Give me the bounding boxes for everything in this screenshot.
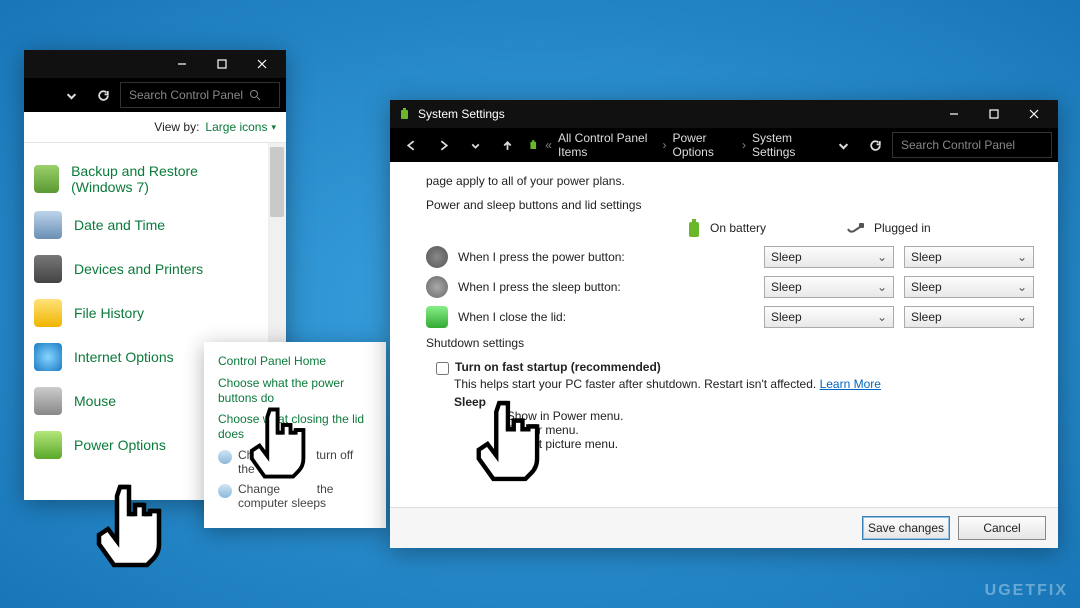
- minimize-button[interactable]: [162, 50, 202, 78]
- row-sleep-button: When I press the sleep button: Sleep Sle…: [426, 276, 1034, 298]
- cp-item-date-time[interactable]: Date and Time: [30, 203, 262, 247]
- fast-startup-help: This helps start your PC faster after sh…: [454, 377, 1034, 391]
- link-power-buttons[interactable]: Choose what the power buttons do: [218, 376, 372, 406]
- dropdown-lid-plugged[interactable]: Sleep: [904, 306, 1034, 328]
- view-by-label: View by:: [154, 120, 199, 134]
- cp-item-label: Power Options: [74, 437, 166, 453]
- cp-item-backup-restore[interactable]: Backup and Restore (Windows 7): [30, 155, 262, 203]
- sleep-icon: [426, 276, 448, 298]
- battery-icon: [686, 218, 702, 238]
- folder-icon: [34, 299, 62, 327]
- dropdown-button[interactable]: [56, 82, 86, 108]
- sleep-option-label: Sleep: [454, 395, 1034, 409]
- cp-item-devices-printers[interactable]: Devices and Printers: [30, 247, 262, 291]
- section-title: Shutdown settings: [426, 336, 1034, 350]
- search-icon: [249, 89, 261, 101]
- shutdown-settings: Turn on fast startup (recommended) This …: [426, 360, 1034, 451]
- dropdown-sleep-plugged[interactable]: Sleep: [904, 276, 1034, 298]
- column-headers: On battery Plugged in: [426, 218, 1034, 238]
- sleep-option-desc: Show in Show in Power menu.: [454, 409, 623, 423]
- search-input[interactable]: Search Control Panel: [120, 82, 280, 108]
- refresh-button[interactable]: [860, 132, 890, 158]
- dropdown-button[interactable]: [828, 132, 858, 158]
- breadcrumb-item[interactable]: Power Options: [673, 131, 737, 159]
- link-computer-sleeps[interactable]: Change xxxxx the computer sleeps: [218, 482, 372, 510]
- maximize-button[interactable]: [974, 100, 1014, 128]
- row-label: When I press the sleep button:: [458, 280, 754, 294]
- link-closing-lid[interactable]: Choose what closing the lid does: [218, 412, 372, 442]
- lid-icon: [426, 306, 448, 328]
- cp-item-label: Date and Time: [74, 217, 165, 233]
- minimize-button[interactable]: [934, 100, 974, 128]
- view-by-row: View by: Large icons: [24, 112, 286, 143]
- fast-startup-checkbox[interactable]: [436, 362, 449, 375]
- link-turn-off-display[interactable]: Choose xxxxx turn off the display: [218, 448, 372, 476]
- watermark: UGETFIX: [985, 582, 1068, 600]
- maximize-button[interactable]: [202, 50, 242, 78]
- globe-icon: [34, 343, 62, 371]
- row-label: When I press the power button:: [458, 250, 754, 264]
- cancel-button[interactable]: Cancel: [958, 516, 1046, 540]
- lock-option-desc: Show in account picture menu.: [454, 437, 618, 451]
- cp-item-label: File History: [74, 305, 144, 321]
- close-button[interactable]: [1014, 100, 1054, 128]
- view-by-value[interactable]: Large icons: [205, 120, 276, 134]
- power-icon: [426, 246, 448, 268]
- mouse-icon: [34, 387, 62, 415]
- shield-icon: [218, 484, 232, 498]
- titlebar: System Settings: [390, 100, 1058, 128]
- intro-text: page apply to all of your power plans.: [426, 174, 1034, 188]
- plug-icon: [846, 221, 866, 235]
- cp-item-label: Mouse: [74, 393, 116, 409]
- battery-icon: [34, 431, 62, 459]
- titlebar: [24, 50, 286, 78]
- dropdown-lid-battery[interactable]: Sleep: [764, 306, 894, 328]
- backup-icon: [34, 165, 59, 193]
- breadcrumb-item[interactable]: All Control Panel Items: [558, 131, 657, 159]
- row-power-button: When I press the power button: Sleep Sle…: [426, 246, 1034, 268]
- up-button[interactable]: [492, 132, 522, 158]
- battery-icon: [528, 138, 539, 152]
- cp-item-label: Devices and Printers: [74, 261, 203, 277]
- col-plugged-in: Plugged in: [846, 218, 986, 238]
- forward-button[interactable]: [428, 132, 458, 158]
- section-title: Power and sleep buttons and lid settings: [426, 198, 1034, 212]
- shield-icon: [218, 450, 232, 464]
- control-panel-home-link[interactable]: Control Panel Home: [218, 354, 372, 368]
- row-close-lid: When I close the lid: Sleep Sleep: [426, 306, 1034, 328]
- search-placeholder: Search Control Panel: [129, 88, 243, 102]
- content-area: page apply to all of your power plans. P…: [390, 162, 1058, 548]
- battery-icon: [398, 107, 412, 121]
- fast-startup-label: Turn on fast startup (recommended): [455, 360, 661, 374]
- save-changes-button[interactable]: Save changes: [862, 516, 950, 540]
- close-button[interactable]: [242, 50, 282, 78]
- calendar-icon: [34, 211, 62, 239]
- learn-more-link[interactable]: Learn More: [820, 377, 881, 391]
- power-options-side-panel: Control Panel Home Choose what the power…: [204, 342, 386, 528]
- nav-row: Search Control Panel: [24, 78, 286, 112]
- search-input[interactable]: Search Control Panel: [892, 132, 1052, 158]
- window-title: System Settings: [418, 107, 934, 121]
- breadcrumb-item[interactable]: System Settings: [752, 131, 822, 159]
- dropdown-power-battery[interactable]: Sleep: [764, 246, 894, 268]
- search-placeholder: Search Control Panel: [901, 138, 1015, 152]
- printer-icon: [34, 255, 62, 283]
- nav-row: « All Control Panel Items› Power Options…: [390, 128, 1058, 162]
- breadcrumb[interactable]: « All Control Panel Items› Power Options…: [524, 132, 826, 158]
- cp-item-label: Internet Options: [74, 349, 174, 365]
- back-button[interactable]: [396, 132, 426, 158]
- row-label: When I close the lid:: [458, 310, 754, 324]
- hibernate-option-desc: Show in PPower menu.: [454, 423, 579, 437]
- cp-item-label: Backup and Restore (Windows 7): [71, 163, 258, 195]
- refresh-button[interactable]: [88, 82, 118, 108]
- button-bar: Save changes Cancel: [390, 507, 1058, 548]
- dropdown-sleep-battery[interactable]: Sleep: [764, 276, 894, 298]
- chevron-down-icon[interactable]: [460, 132, 490, 158]
- cp-item-file-history[interactable]: File History: [30, 291, 262, 335]
- system-settings-window: System Settings « All Control Panel Item…: [390, 100, 1058, 548]
- col-on-battery: On battery: [686, 218, 826, 238]
- dropdown-power-plugged[interactable]: Sleep: [904, 246, 1034, 268]
- scrollbar-thumb[interactable]: [270, 147, 284, 217]
